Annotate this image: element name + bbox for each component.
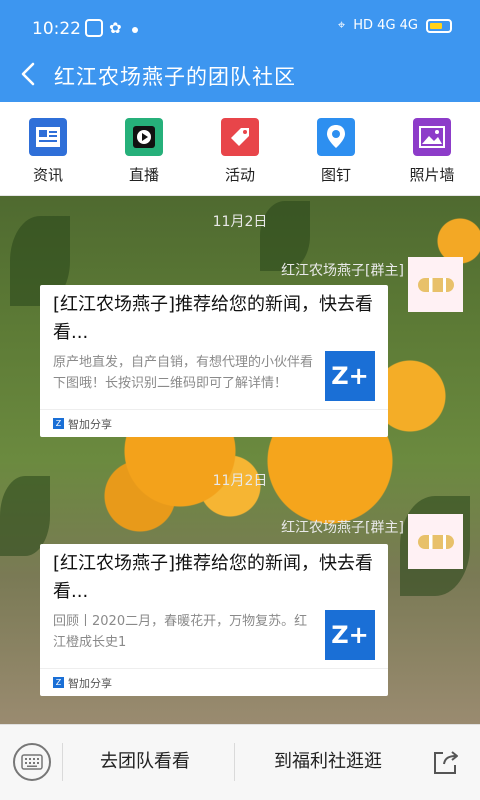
- news-card[interactable]: [红江农场燕子]推荐给您的新闻，快去看看... 回顾丨2020二月，春暖花开，万…: [40, 544, 388, 696]
- zhijia-logo-icon: Z+: [325, 351, 375, 401]
- tab-label: 直播: [128, 166, 159, 184]
- message-sender: 红江农场燕子[群主]: [281, 520, 404, 536]
- tab-label: 活动: [224, 166, 255, 184]
- tab-activity[interactable]: 活动: [200, 118, 280, 188]
- app-notification-icon: [85, 19, 103, 37]
- zhijia-small-icon: Z: [53, 418, 64, 429]
- news-card-source: 智加分享: [68, 418, 112, 431]
- share-button[interactable]: [431, 747, 461, 777]
- share-icon: [434, 751, 458, 774]
- status-indicators: ⌖ HD 4G 4G: [338, 18, 452, 33]
- news-card-footer: Z 智加分享: [40, 409, 388, 437]
- feature-tabs: 资讯 直播 活动 图钉 照片墙: [0, 102, 480, 196]
- status-bar: 10:22 ✿ ⌖ HD 4G 4G: [0, 0, 480, 50]
- battery-icon: [426, 18, 452, 33]
- news-card-description: 原产地直发，自产自销，有想代理的小伙伴看下图哦！长按识别二维码即可了解详情！: [53, 355, 314, 391]
- tab-label: 图钉: [320, 166, 351, 184]
- zhijia-small-icon: Z: [53, 677, 64, 688]
- news-card-title: [红江农场燕子]推荐给您的新闻，快去看看...: [53, 294, 374, 343]
- message-date: 11月2日: [212, 214, 268, 230]
- divider: [234, 743, 235, 781]
- photo-icon: [413, 118, 451, 156]
- more-notifications-icon: [132, 27, 138, 33]
- keyboard-toggle-button[interactable]: [13, 743, 51, 781]
- news-card-title: [红江农场燕子]推荐给您的新闻，快去看看...: [53, 553, 374, 602]
- tab-label: 照片墙: [409, 166, 455, 184]
- app-header: 红江农场燕子的团队社区: [0, 50, 480, 102]
- back-button[interactable]: [14, 59, 44, 89]
- divider: [62, 743, 63, 781]
- status-time: 10:22: [32, 19, 81, 39]
- chevron-left-icon: [21, 62, 35, 86]
- wechat-icon: ✿: [109, 19, 122, 37]
- tab-label: 资讯: [32, 166, 63, 184]
- go-to-team-button[interactable]: 去团队看看: [100, 747, 190, 773]
- message-date: 11月2日: [212, 473, 268, 489]
- news-icon: [29, 118, 67, 156]
- keyboard-icon: [21, 754, 43, 770]
- zhijia-logo-icon: Z+: [325, 610, 375, 660]
- network-indicators: HD 4G 4G: [353, 18, 418, 33]
- chat-area[interactable]: 11月2日 红江农场燕子[群主] [红江农场燕子]推荐给您的新闻，快去看看...…: [0, 196, 480, 724]
- news-card-footer: Z 智加分享: [40, 668, 388, 696]
- avatar[interactable]: [408, 257, 463, 312]
- news-card-description: 回顾丨2020二月，春暖花开，万物复苏。红江橙成长史1: [53, 614, 308, 650]
- tag-icon: [221, 118, 259, 156]
- live-icon: [125, 118, 163, 156]
- tab-photo-wall[interactable]: 照片墙: [392, 118, 472, 188]
- tab-live[interactable]: 直播: [104, 118, 184, 188]
- go-to-welfare-button[interactable]: 到福利社逛逛: [274, 747, 382, 773]
- message-sender: 红江农场燕子[群主]: [281, 263, 404, 279]
- news-card-source: 智加分享: [68, 677, 112, 690]
- pin-icon: [317, 118, 355, 156]
- page-title: 红江农场燕子的团队社区: [54, 65, 296, 89]
- location-icon: ⌖: [337, 18, 346, 33]
- news-card[interactable]: [红江农场燕子]推荐给您的新闻，快去看看... 原产地直发，自产自销，有想代理的…: [40, 285, 388, 437]
- avatar[interactable]: [408, 514, 463, 569]
- tab-pin[interactable]: 图钉: [296, 118, 376, 188]
- tab-news[interactable]: 资讯: [8, 118, 88, 188]
- bottom-action-bar: 去团队看看 到福利社逛逛: [0, 724, 480, 800]
